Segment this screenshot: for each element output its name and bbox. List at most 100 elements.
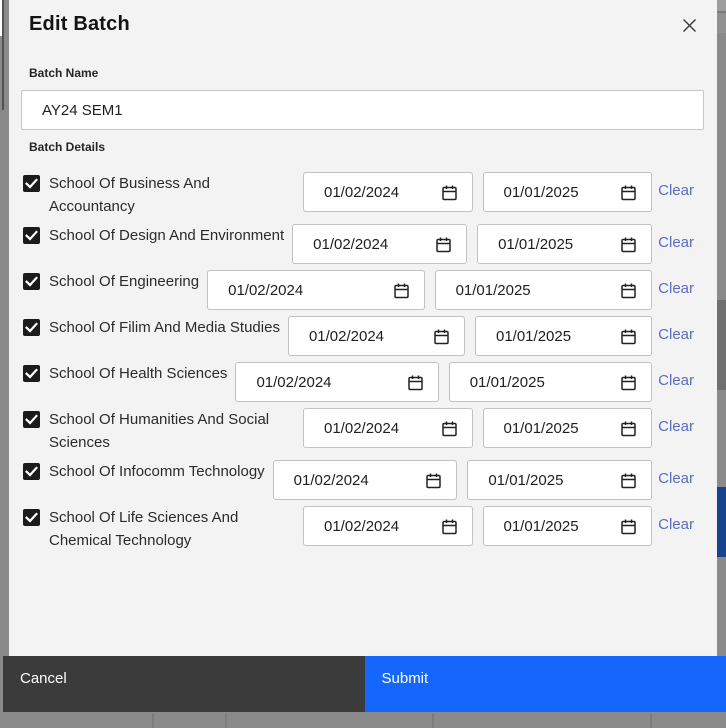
start-date-value: 01/02/2024 [324,419,400,437]
end-date-field[interactable]: 01/01/2025 [482,172,652,212]
calendar-icon[interactable] [619,281,638,300]
end-date-value: 01/01/2025 [455,281,531,299]
school-row: School Of Design And Environment 01/02/2… [20,220,705,264]
calendar-icon[interactable] [432,327,451,346]
calendar-icon[interactable] [619,471,638,490]
close-icon [683,19,696,32]
modal-footer: Cancel Submit [3,656,726,712]
calendar-icon[interactable] [440,419,459,438]
clear-link[interactable]: Clear [652,502,694,533]
calendar-icon[interactable] [392,281,411,300]
school-checkbox-label[interactable]: School Of Design And Environment [21,220,284,247]
check-icon [23,175,40,192]
end-date-field[interactable]: 01/01/2025 [474,316,653,356]
school-label: School Of Life Sciences And Chemical Tec… [49,509,239,549]
check-icon [23,227,40,244]
checkbox-checked[interactable] [23,509,40,526]
checkbox-checked[interactable] [23,227,40,244]
check-icon [23,273,40,290]
checkbox-checked[interactable] [23,365,40,382]
batch-name-input[interactable] [21,90,704,130]
backdrop-table-separator [650,713,652,728]
end-date-value: 01/01/2025 [503,183,579,201]
start-date-value: 01/02/2024 [228,281,304,299]
backdrop-table-separator [225,713,227,728]
clear-link[interactable]: Clear [652,404,694,435]
modal-title: Edit Batch [29,13,130,35]
close-button[interactable] [678,14,701,37]
backdrop-right-strip-light [717,13,726,33]
start-date-field[interactable]: 01/02/2024 [235,362,439,402]
checkbox-checked[interactable] [23,411,40,428]
start-date-value: 01/02/2024 [324,183,400,201]
calendar-icon[interactable] [406,373,425,392]
clear-link[interactable]: Clear [652,168,694,199]
check-icon [23,411,40,428]
submit-button[interactable]: Submit [364,656,726,712]
clear-link[interactable]: Clear [652,312,694,343]
school-checkbox-label[interactable]: School Of Infocomm Technology [21,456,265,483]
start-date-value: 01/02/2024 [308,327,385,345]
end-date-value: 01/01/2025 [503,517,579,535]
end-date-field[interactable]: 01/01/2025 [482,408,652,448]
school-checkbox-label[interactable]: School Of Engineering [21,266,199,293]
school-row: School Of Life Sciences And Chemical Tec… [20,502,705,552]
school-row: School Of Business And Accountancy 01/02… [20,168,705,218]
start-date-value: 01/02/2024 [324,517,400,535]
end-date-value: 01/01/2025 [495,327,572,345]
school-rows: School Of Business And Accountancy 01/02… [20,168,705,552]
check-icon [23,463,40,480]
school-label: School Of Business And Accountancy [49,175,210,215]
end-date-field[interactable]: 01/01/2025 [482,506,652,546]
check-icon [23,365,40,382]
end-date-field[interactable]: 01/01/2025 [467,460,653,500]
clear-link[interactable]: Clear [652,220,694,251]
clear-link[interactable]: Clear [652,266,694,297]
calendar-icon[interactable] [434,235,453,254]
start-date-field[interactable]: 01/02/2024 [292,224,468,264]
start-date-field[interactable]: 01/02/2024 [303,172,473,212]
calendar-icon[interactable] [619,327,638,346]
calendar-icon[interactable] [619,235,638,254]
end-date-value: 01/01/2025 [488,471,564,489]
school-label: School Of Infocomm Technology [49,463,265,480]
start-date-field[interactable]: 01/02/2024 [303,408,473,448]
checkbox-checked[interactable] [23,319,40,336]
backdrop-left-divider [2,0,4,110]
calendar-icon[interactable] [619,517,638,536]
calendar-icon[interactable] [440,183,459,202]
start-date-field[interactable]: 01/02/2024 [207,270,425,310]
batch-details-label: Batch Details [29,140,106,154]
start-date-field[interactable]: 01/02/2024 [272,460,458,500]
checkbox-checked[interactable] [23,175,40,192]
school-checkbox-label[interactable]: School Of Humanities And Social Sciences [21,404,295,454]
check-icon [23,509,40,526]
start-date-field[interactable]: 01/02/2024 [287,316,465,356]
calendar-icon[interactable] [619,419,638,438]
backdrop-right-strip-dark [717,300,726,390]
school-checkbox-label[interactable]: School Of Business And Accountancy [21,168,295,218]
cancel-button[interactable]: Cancel [3,656,365,712]
end-date-field[interactable]: 01/01/2025 [448,362,652,402]
checkbox-checked[interactable] [23,273,40,290]
calendar-icon[interactable] [440,517,459,536]
end-date-field[interactable]: 01/01/2025 [434,270,653,310]
school-row: School Of Health Sciences 01/02/2024 01/… [20,358,705,402]
calendar-icon[interactable] [424,471,443,490]
school-checkbox-label[interactable]: School Of Life Sciences And Chemical Tec… [21,502,295,552]
calendar-icon[interactable] [619,183,638,202]
school-checkbox-label[interactable]: School Of Filim And Media Studies [21,312,280,339]
clear-link[interactable]: Clear [652,358,694,389]
end-date-value: 01/01/2025 [498,235,574,253]
start-date-field[interactable]: 01/02/2024 [303,506,473,546]
start-date-value: 01/02/2024 [293,471,369,489]
school-checkbox-label[interactable]: School Of Health Sciences [21,358,227,385]
calendar-icon[interactable] [619,373,638,392]
batch-name-label: Batch Name [29,66,99,80]
clear-link[interactable]: Clear [652,456,694,487]
edit-batch-modal: Edit Batch Batch Name Batch Details Scho… [9,0,717,656]
school-label: School Of Design And Environment [49,227,285,244]
end-date-field[interactable]: 01/01/2025 [477,224,653,264]
backdrop-right-strip-blue [717,487,726,557]
checkbox-checked[interactable] [23,463,40,480]
